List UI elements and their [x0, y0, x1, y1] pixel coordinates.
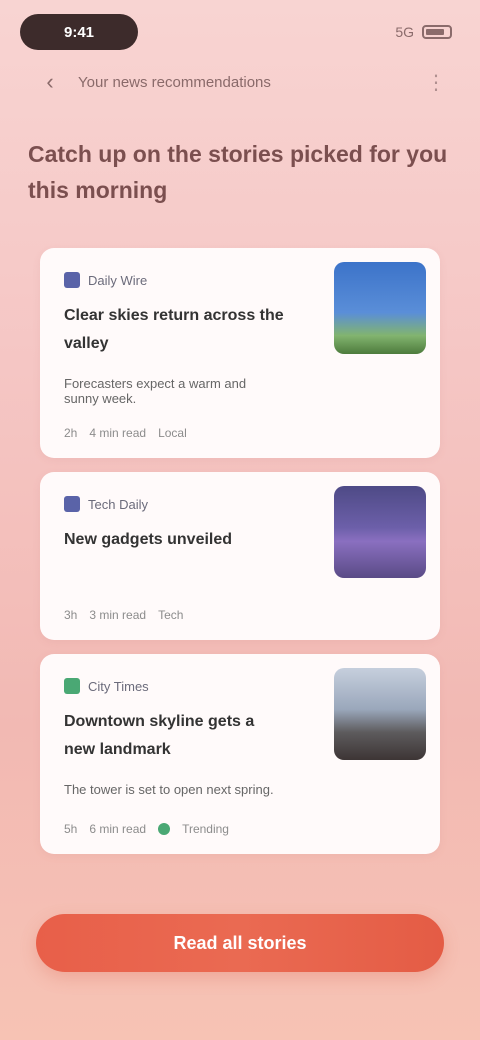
meta-tag: Local [158, 426, 187, 440]
battery-icon [422, 25, 452, 39]
meta-read: 3 min read [89, 608, 147, 622]
header: ‹ Your news recommendations ⋮ [36, 62, 450, 102]
card-thumbnail [334, 486, 426, 578]
status-icons: 5G [395, 24, 452, 40]
source-icon [64, 496, 80, 512]
card-title: New gadgets unveiled [64, 531, 233, 548]
news-card[interactable]: City Times Downtown skyline gets a new l… [40, 654, 440, 854]
news-card[interactable]: Daily Wire Clear skies return across the… [40, 248, 440, 458]
meta-time: 3h [64, 608, 78, 622]
status-bar: 9:41 5G [20, 14, 452, 50]
source-name: City Times [88, 678, 149, 694]
source-name: Daily Wire [88, 272, 148, 288]
meta-time: 2h [64, 426, 78, 440]
meta-time: 5h [64, 822, 78, 836]
meta-read: 6 min read [89, 822, 147, 836]
network-label: 5G [395, 24, 414, 40]
source-icon [64, 272, 80, 288]
card-title: Downtown skyline gets a new landmark [64, 713, 255, 758]
news-card[interactable]: Tech Daily New gadgets unveiled 3h 3 min… [40, 472, 440, 640]
card-thumbnail [334, 668, 426, 760]
back-button[interactable]: ‹ [36, 68, 64, 96]
meta-tag: Trending [182, 822, 229, 836]
meta-tag: Tech [158, 608, 184, 622]
card-meta: 2h 4 min read Local [64, 426, 187, 440]
more-button[interactable]: ⋮ [422, 68, 450, 96]
card-thumbnail [334, 262, 426, 354]
read-all-button[interactable]: Read all stories [36, 914, 444, 972]
card-list: Daily Wire Clear skies return across the… [40, 248, 440, 868]
page-title: Your news recommendations [78, 73, 271, 91]
card-meta: 5h 6 min read Trending [64, 822, 229, 836]
chevron-left-icon: ‹ [46, 69, 54, 94]
status-time: 9:41 [20, 14, 138, 50]
more-icon: ⋮ [426, 71, 446, 94]
card-title: Clear skies return across the valley [64, 307, 284, 352]
headline: Catch up on the stories picked for you t… [28, 141, 448, 203]
card-desc: Forecasters expect a warm and sunny week… [64, 376, 247, 406]
meta-read: 4 min read [89, 426, 147, 440]
source-icon [64, 678, 80, 694]
source-name: Tech Daily [88, 496, 148, 512]
card-meta: 3h 3 min read Tech [64, 608, 183, 622]
card-desc: The tower is set to open next spring. [64, 782, 274, 797]
trending-icon [158, 823, 171, 835]
